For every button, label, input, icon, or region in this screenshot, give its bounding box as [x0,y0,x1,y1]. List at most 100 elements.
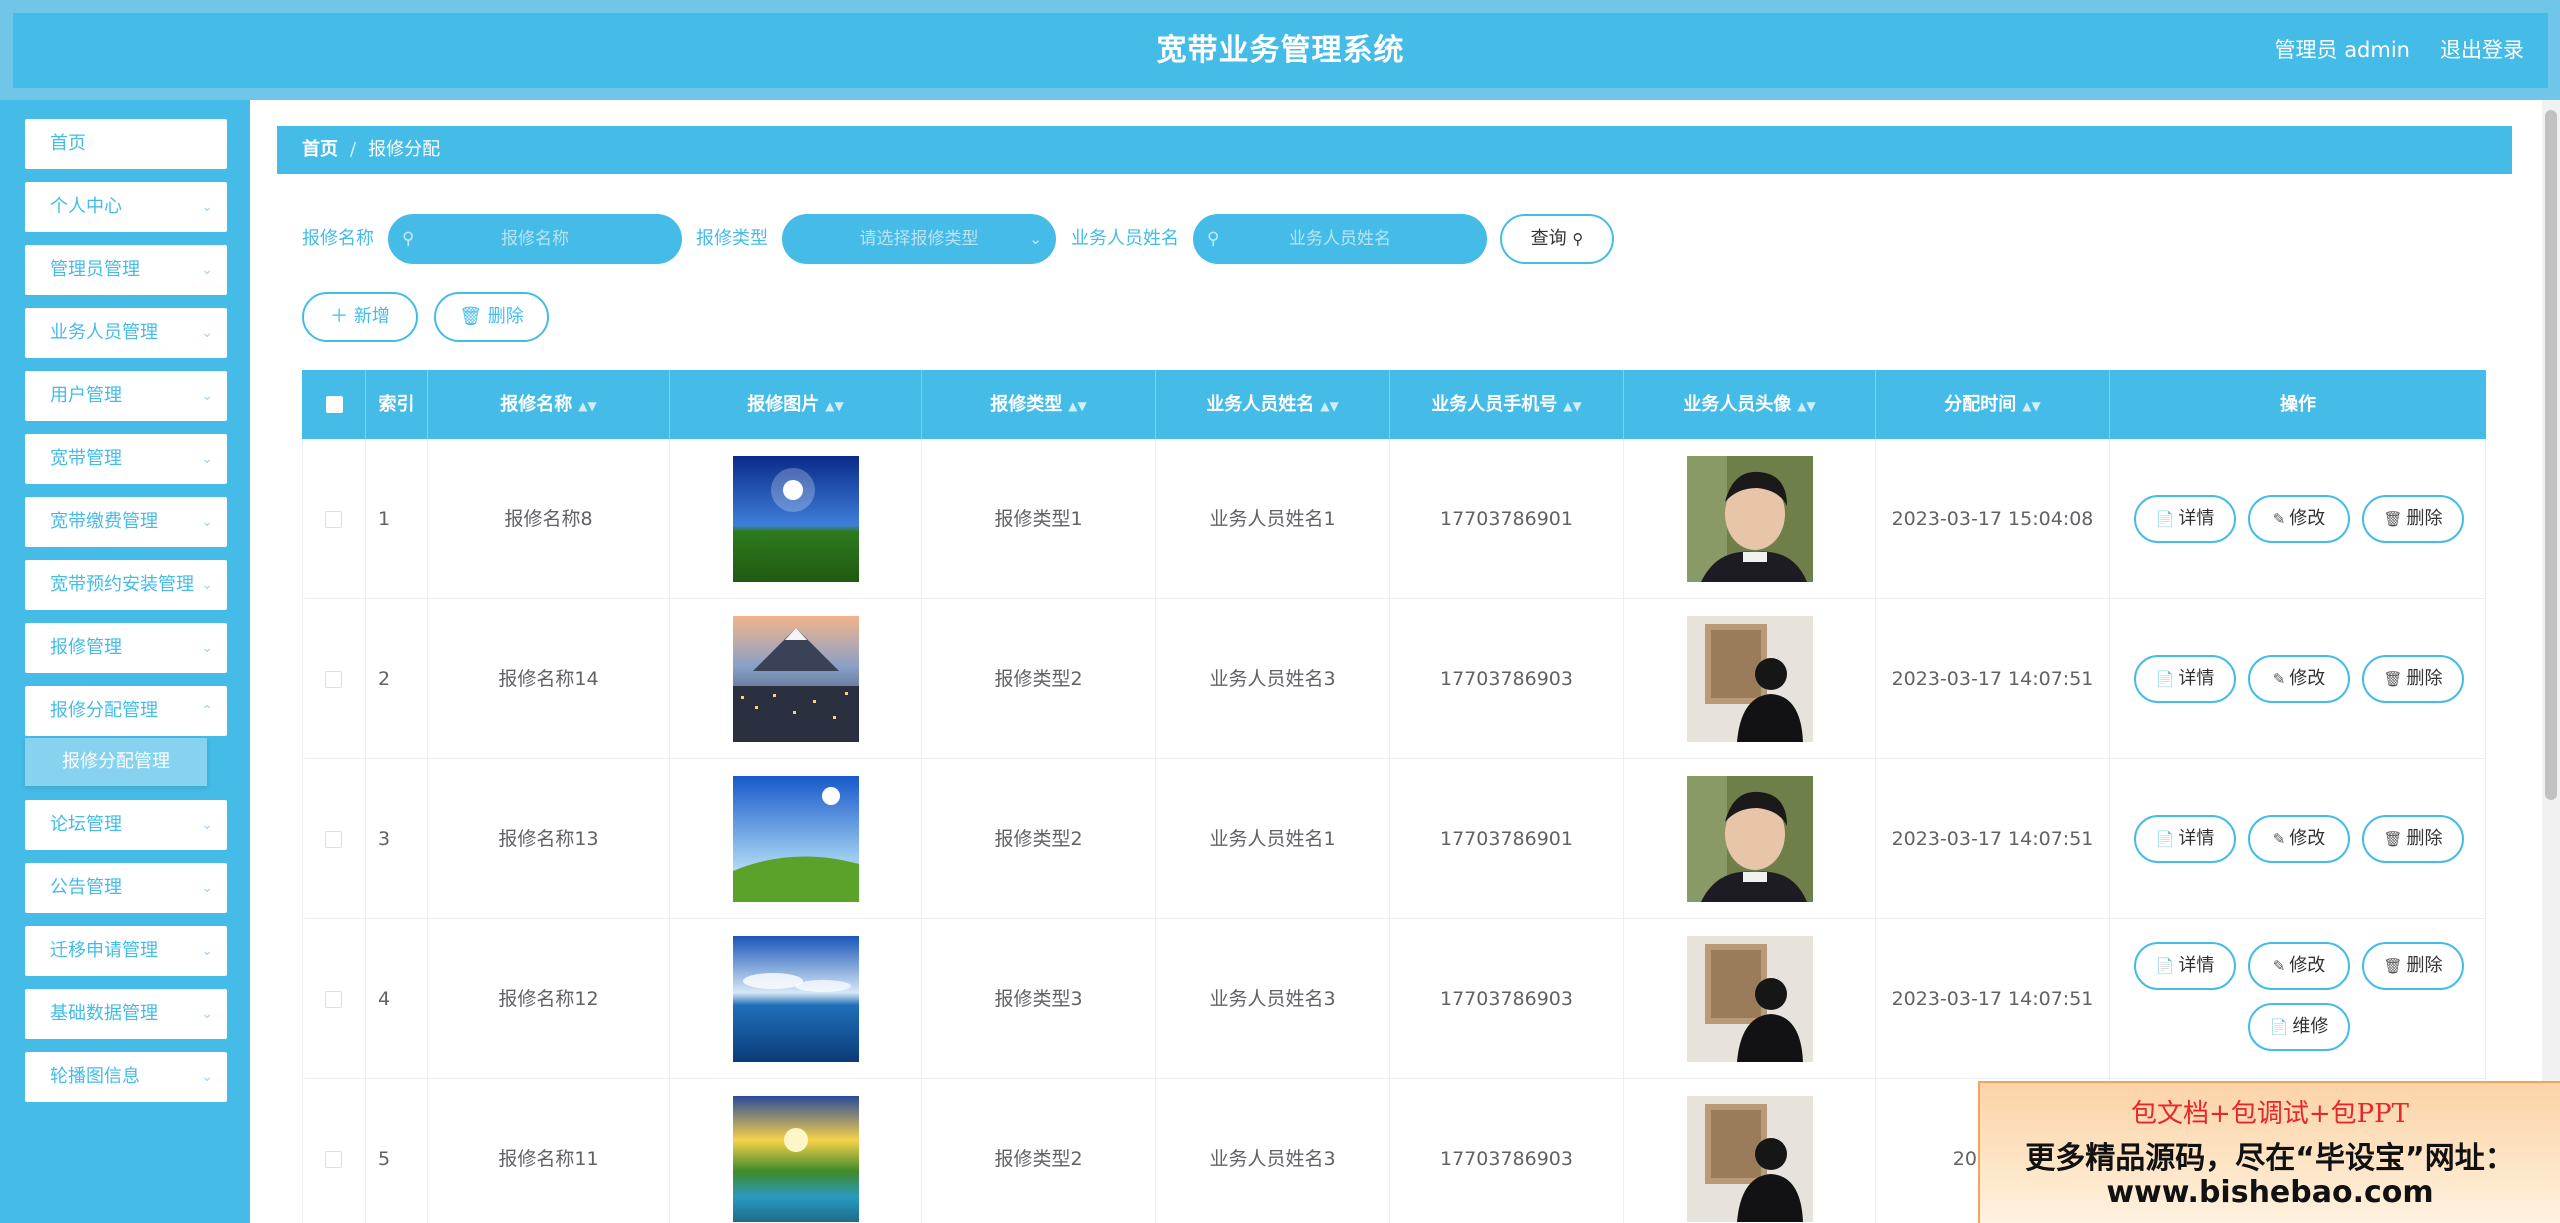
select-all-cell [302,370,366,439]
staff-avatar[interactable] [1687,616,1813,742]
col-repair-type-label: 报修类型 [990,394,1063,415]
col-repair-image[interactable]: 报修图片 ▲▼ [670,370,922,439]
edit-button-label: 修改 [2289,828,2326,849]
ad-banner[interactable]: 包文档+包调试+包PPT 更多精品源码，尽在“毕设宝”网址： www.bishe… [1978,1081,2560,1223]
chevron-down-icon: ⌄ [201,388,213,404]
col-assign-time[interactable]: 分配时间 ▲▼ [1876,370,2110,439]
staff-avatar-cell [1624,1079,1876,1223]
edit-button[interactable]: ✎修改 [2248,655,2350,703]
staff-avatar[interactable] [1687,456,1813,582]
row-checkbox[interactable] [325,991,342,1008]
sort-icon[interactable]: ▲▼ [2022,399,2040,413]
delete-button[interactable]: 🗑删除 [2362,655,2464,703]
col-staff-name[interactable]: 业务人员姓名 ▲▼ [1156,370,1390,439]
repair-image[interactable] [733,936,859,1062]
sidebar-item-migration[interactable]: 迁移申请管理 ⌄ [25,926,227,976]
sidebar-item-label: 基础数据管理 [50,1003,158,1024]
type-text: 报修类型3 [994,988,1083,1010]
sidebar-item-notices[interactable]: 公告管理 ⌄ [25,863,227,913]
detail-button[interactable]: 📄详情 [2134,815,2236,863]
row-select-cell [302,599,366,759]
ad-url[interactable]: www.bishebao.com [1980,1175,2560,1210]
pencil-icon: ✎ [2272,510,2286,528]
sort-icon[interactable]: ▲▼ [1320,399,1338,413]
col-repair-type[interactable]: 报修类型 ▲▼ [922,370,1156,439]
sort-icon[interactable]: ▲▼ [1797,399,1815,413]
row-checkbox[interactable] [325,511,342,528]
delete-button[interactable]: 🗑删除 [2362,815,2464,863]
submenu-repair-assign[interactable]: 报修分配管理 [25,738,207,786]
document-icon: 📄 [2155,830,2175,848]
row-checkbox[interactable] [325,1151,342,1168]
sort-icon[interactable]: ▲▼ [578,399,596,413]
search-icon: ⚲ [402,229,415,249]
edit-button-label: 修改 [2289,668,2326,689]
trash-icon: 🗑 [2383,957,2403,975]
edit-button-label: 修改 [2289,955,2326,976]
vertical-scrollbar[interactable] [2542,100,2560,1223]
breadcrumb-home[interactable]: 首页 [302,139,338,160]
sidebar-item-broadband[interactable]: 宽带管理 ⌄ [25,434,227,484]
sidebar-item-admins[interactable]: 管理员管理 ⌄ [25,245,227,295]
sort-icon[interactable]: ▲▼ [1068,399,1086,413]
cell-phone: 17703786903 [1390,919,1624,1079]
breadcrumb-current: 报修分配 [368,139,441,160]
sidebar-item-basedata[interactable]: 基础数据管理 ⌄ [25,989,227,1039]
sidebar-item-staff[interactable]: 业务人员管理 ⌄ [25,308,227,358]
cell-index: 1 [366,439,428,599]
staff-avatar[interactable] [1687,936,1813,1062]
delete-button[interactable]: 🗑删除 [2362,942,2464,990]
repair-image[interactable] [733,456,859,582]
repair-type-select[interactable]: 请选择报修类型 ⌄ [782,214,1056,264]
repair-image[interactable] [733,616,859,742]
repair-name-input[interactable]: ⚲ 报修名称 [388,214,682,264]
cell-name: 报修名称8 [428,439,670,599]
sidebar-item-home[interactable]: 首页 [25,119,227,169]
scrollbar-thumb[interactable] [2545,110,2557,800]
sort-icon[interactable]: ▲▼ [1563,399,1581,413]
staff-name-input[interactable]: ⚲ 业务人员姓名 [1193,214,1487,264]
row-checkbox[interactable] [325,671,342,688]
sidebar-item-repair-assign[interactable]: 报修分配管理 ⌃ [25,686,227,736]
col-staff-avatar[interactable]: 业务人员头像 ▲▼ [1624,370,1876,439]
edit-button[interactable]: ✎修改 [2248,495,2350,543]
edit-button[interactable]: ✎修改 [2248,942,2350,990]
sidebar-item-install[interactable]: 宽带预约安装管理 ⌄ [25,560,227,610]
sidebar-item-repairs[interactable]: 报修管理 ⌄ [25,623,227,673]
sidebar-item-label: 用户管理 [50,385,122,406]
sidebar-item-forum[interactable]: 论坛管理 ⌄ [25,800,227,850]
sidebar: 首页 个人中心 ⌄ 管理员管理 ⌄ 业务人员管理 ⌄ 用户管理 ⌄ 宽带管理 ⌄ 宽带缴费… [0,100,250,1223]
logout-link[interactable]: 退出登录 [2440,13,2524,88]
repair-button-label: 维修 [2292,1016,2329,1037]
time-text: 2023-03-17 14:07:51 [1891,668,2094,690]
batch-delete-button[interactable]: 🗑 删除 [434,292,549,342]
repair-type-label: 报修类型 [696,228,768,249]
repair-button[interactable]: 📄 维修 [2248,1003,2350,1051]
sidebar-item-profile[interactable]: 个人中心 ⌄ [25,182,227,232]
sidebar-item-billing[interactable]: 宽带缴费管理 ⌄ [25,497,227,547]
sidebar-item-carousel[interactable]: 轮播图信息 ⌄ [25,1052,227,1102]
cell-phone: 17703786901 [1390,759,1624,919]
detail-button[interactable]: 📄详情 [2134,495,2236,543]
sort-icon[interactable]: ▲▼ [825,399,843,413]
sidebar-item-users[interactable]: 用户管理 ⌄ [25,371,227,421]
delete-button[interactable]: 🗑删除 [2362,495,2464,543]
col-repair-name[interactable]: 报修名称 ▲▼ [428,370,670,439]
select-all-checkbox[interactable] [326,396,343,413]
detail-button[interactable]: 📄详情 [2134,942,2236,990]
cell-staff: 业务人员姓名3 [1156,1079,1390,1223]
pencil-icon: ✎ [2272,957,2286,975]
detail-button[interactable]: 📄详情 [2134,655,2236,703]
staff-avatar[interactable] [1687,1096,1813,1222]
query-button[interactable]: 查询 ⚲ [1500,214,1614,264]
cell-staff: 业务人员姓名1 [1156,759,1390,919]
cell-name: 报修名称11 [428,1079,670,1223]
staff-avatar[interactable] [1687,776,1813,902]
col-staff-phone[interactable]: 业务人员手机号 ▲▼ [1390,370,1624,439]
repair-image[interactable] [733,1096,859,1222]
edit-button[interactable]: ✎修改 [2248,815,2350,863]
add-button[interactable]: ＋ 新增 [302,292,418,342]
row-checkbox[interactable] [325,831,342,848]
repair-image[interactable] [733,776,859,902]
cell-name: 报修名称13 [428,759,670,919]
